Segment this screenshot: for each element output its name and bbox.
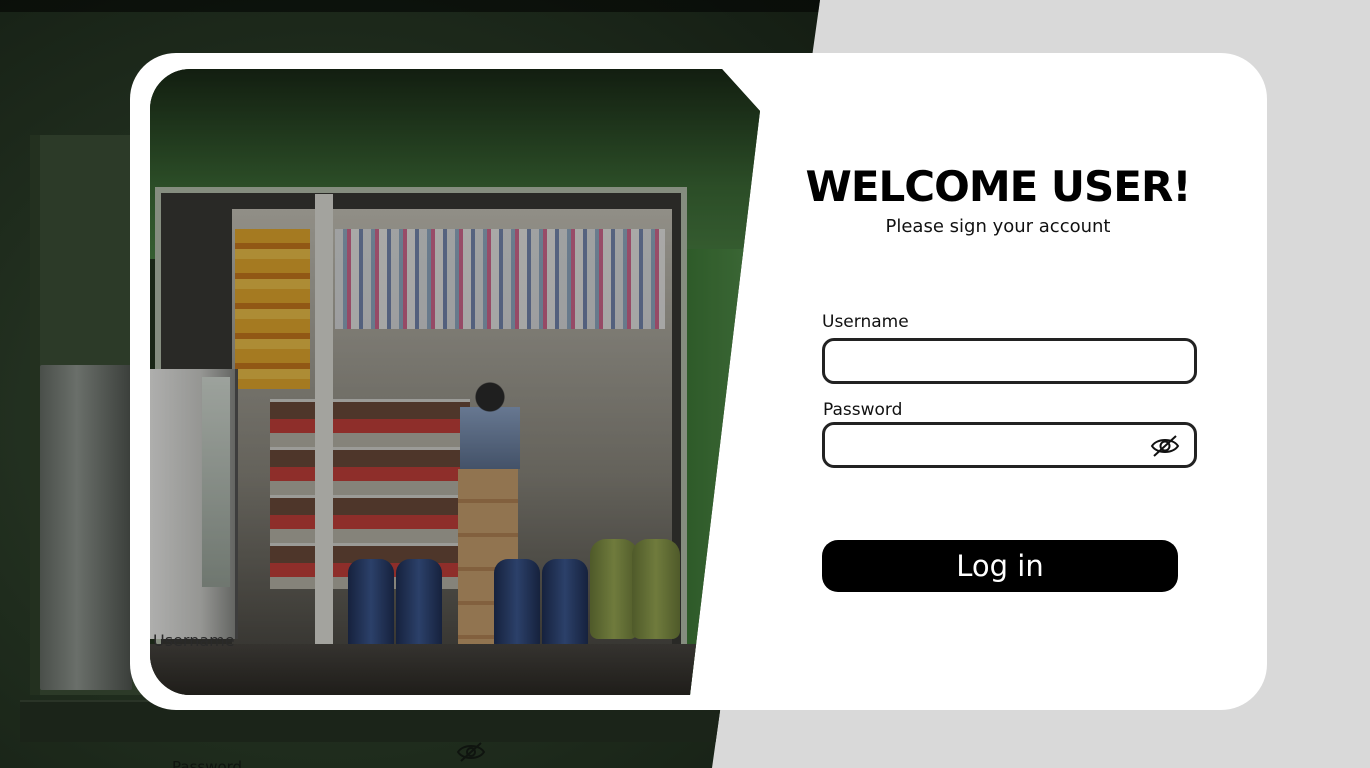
background-fridge <box>40 365 132 690</box>
password-label: Password <box>823 400 903 420</box>
shop-photo: Username <box>150 69 760 695</box>
page-subtitle: Please sign your account <box>885 216 1111 237</box>
background-password-label: Password <box>172 758 243 768</box>
background-eye-slash-icon <box>456 742 486 762</box>
page-title: WELCOME USER! <box>805 162 1192 211</box>
username-label: Username <box>822 312 909 332</box>
username-input[interactable] <box>825 341 1194 381</box>
login-button[interactable]: Log in <box>822 540 1178 592</box>
password-input[interactable] <box>825 425 1194 465</box>
username-field-wrapper <box>822 338 1197 384</box>
password-field-wrapper <box>822 422 1197 468</box>
eye-slash-icon[interactable] <box>1150 434 1180 458</box>
photo-username-label: Username <box>153 631 235 650</box>
